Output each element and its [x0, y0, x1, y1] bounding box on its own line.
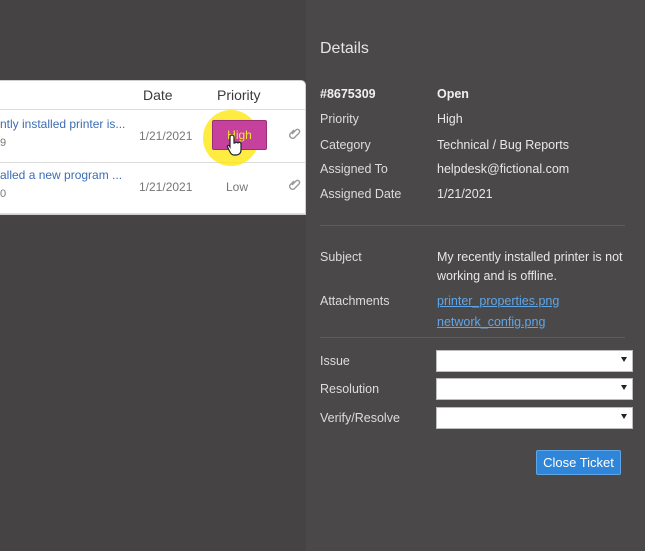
- assigned-date-label: Assigned Date: [320, 187, 402, 201]
- assigned-date-value: 1/21/2021: [437, 187, 493, 201]
- details-panel: Details #8675309 Open Priority High Cate…: [306, 0, 645, 551]
- issue-label: Issue: [320, 354, 350, 368]
- section-divider: [320, 225, 625, 226]
- chevron-down-icon: [621, 357, 627, 362]
- attachments-label: Attachments: [320, 294, 390, 308]
- row-divider: [0, 213, 305, 214]
- ticket-priority[interactable]: Low: [226, 180, 248, 194]
- ticket-number: #8675309: [320, 87, 376, 101]
- ticket-list-pane: Date Priority ntly installed printer is.…: [0, 0, 306, 551]
- resolution-label: Resolution: [320, 382, 380, 396]
- close-ticket-button[interactable]: Close Ticket: [536, 450, 621, 475]
- category-value: Technical / Bug Reports: [437, 138, 570, 152]
- column-header-priority[interactable]: Priority: [217, 87, 261, 103]
- verify-resolve-select[interactable]: [436, 407, 633, 429]
- paperclip-icon: [289, 128, 301, 139]
- ticket-date: 1/21/2021: [139, 129, 193, 143]
- chevron-down-icon: [621, 414, 627, 419]
- ticket-subject[interactable]: alled a new program ...: [0, 168, 122, 182]
- table-row[interactable]: alled a new program ... 0 1/21/2021 Low: [0, 163, 305, 214]
- paperclip-icon: [289, 179, 301, 190]
- attachment-link-network-config[interactable]: network_config.png: [437, 315, 545, 329]
- resolution-select[interactable]: [436, 378, 633, 400]
- ticket-id: 0: [0, 188, 7, 200]
- ticket-subject[interactable]: ntly installed printer is...: [0, 117, 125, 131]
- verify-resolve-label: Verify/Resolve: [320, 411, 400, 425]
- details-title: Details: [320, 40, 369, 57]
- column-header-date[interactable]: Date: [143, 87, 173, 103]
- ticket-date: 1/21/2021: [139, 180, 193, 194]
- section-divider: [320, 337, 625, 338]
- priority-label: Priority: [320, 112, 359, 126]
- assigned-to-value: helpdesk@fictional.com: [437, 162, 570, 176]
- category-label: Category: [320, 138, 371, 152]
- subject-value: My recently installed printer is not wor…: [437, 250, 623, 283]
- ticket-status: Open: [437, 87, 469, 101]
- issue-select[interactable]: [436, 350, 633, 372]
- header-divider: [0, 109, 305, 110]
- chevron-down-icon: [621, 385, 627, 390]
- subject-label: Subject: [320, 250, 362, 264]
- attachment-link-printer-properties[interactable]: printer_properties.png: [437, 294, 559, 308]
- hand-cursor-icon: [226, 134, 242, 156]
- assigned-to-label: Assigned To: [320, 162, 388, 176]
- priority-value: High: [437, 112, 463, 126]
- ticket-id: 9: [0, 137, 7, 149]
